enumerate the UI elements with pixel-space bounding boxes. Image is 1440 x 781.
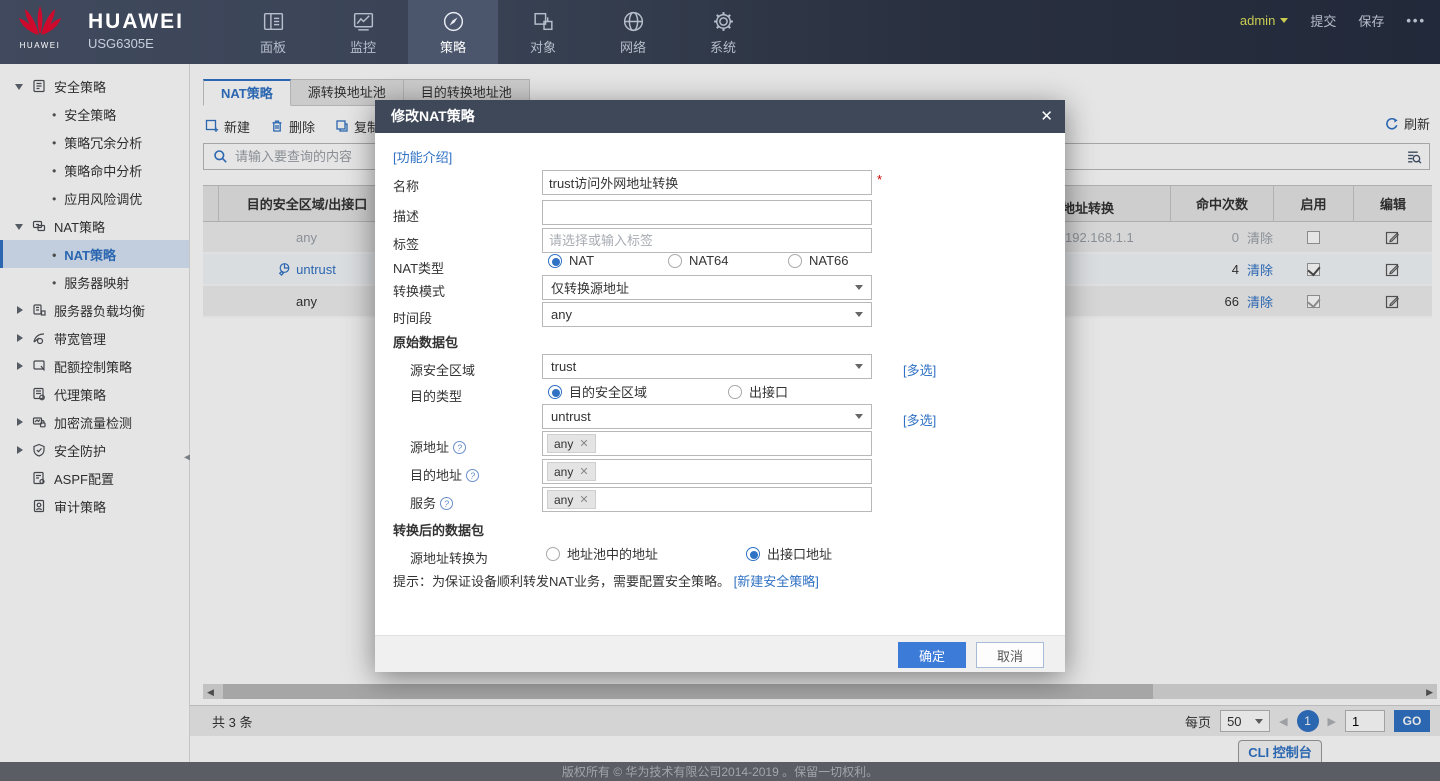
dst-address-input[interactable]: any: [542, 459, 872, 484]
brand-block: HUAWEI USG6305E: [88, 10, 184, 51]
name-label: 名称: [393, 176, 419, 195]
translate-mode-select[interactable]: 仅转换源地址: [542, 275, 872, 300]
remove-chip-icon[interactable]: [579, 493, 588, 506]
nat-type-label: NAT类型: [393, 258, 444, 277]
dest-type-radio-interface[interactable]: 出接口: [728, 382, 788, 401]
nav-item-dashboard[interactable]: 面板: [228, 0, 318, 64]
logo-wordmark: HUAWEI: [14, 41, 66, 50]
huawei-logo-icon: [18, 5, 62, 37]
tag-label: 标签: [393, 234, 419, 253]
src-translate-label: 源地址转换为: [410, 548, 488, 567]
translate-mode-label: 转换模式: [393, 281, 445, 300]
top-navigation: 面板 监控 策略 对象 网络 系统: [228, 0, 768, 64]
app-root: HUAWEI HUAWEI USG6305E 面板 监控 策略 对象: [0, 0, 1440, 781]
nav-item-monitor[interactable]: 监控: [318, 0, 408, 64]
help-icon[interactable]: [453, 441, 466, 454]
remove-chip-icon[interactable]: [579, 465, 588, 478]
header-actions: admin 提交 保存 •••: [1240, 0, 1426, 40]
top-header: HUAWEI HUAWEI USG6305E 面板 监控 策略 对象: [0, 0, 1440, 64]
dashboard-icon: [261, 9, 286, 34]
remove-chip-icon[interactable]: [579, 437, 588, 450]
username: admin: [1240, 13, 1275, 28]
service-input[interactable]: any: [542, 487, 872, 512]
src-zone-label: 源安全区域: [410, 360, 475, 379]
dest-zone-multi-link[interactable]: [多选]: [903, 410, 936, 429]
time-range-label: 时间段: [393, 308, 432, 327]
dest-type-radio-zone[interactable]: 目的安全区域: [548, 382, 647, 401]
src-translate-radio-pool[interactable]: 地址池中的地址: [546, 544, 658, 563]
nat-type-radio-nat64[interactable]: NAT64: [668, 253, 729, 268]
chevron-down-icon: [855, 285, 863, 290]
ok-button[interactable]: 确定: [898, 642, 966, 668]
src-translate-radio-interface[interactable]: 出接口地址: [746, 544, 832, 563]
radio-icon: [728, 385, 742, 399]
original-packet-section: 原始数据包: [393, 332, 458, 351]
address-chip: any: [547, 462, 596, 481]
radio-icon: [546, 547, 560, 561]
compass-icon: [441, 9, 466, 34]
chevron-down-icon: [1280, 18, 1288, 23]
brand-name: HUAWEI: [88, 10, 184, 34]
radio-icon: [746, 547, 760, 561]
user-menu[interactable]: admin: [1240, 13, 1288, 28]
radio-icon: [788, 254, 802, 268]
src-zone-select[interactable]: trust: [542, 354, 872, 379]
service-label: 服务: [410, 493, 453, 512]
new-security-policy-link[interactable]: [新建安全策略]: [734, 574, 819, 589]
dialog-footer: 确定 取消: [375, 635, 1065, 672]
nav-item-policy[interactable]: 策略: [408, 0, 498, 64]
address-chip: any: [547, 490, 596, 509]
tag-input[interactable]: [542, 228, 872, 253]
radio-icon: [548, 254, 562, 268]
dialog-title: 修改NAT策略: [375, 100, 1065, 133]
copyright-bar: 版权所有 © 华为技术有限公司2014-2019 。保留一切权利。: [0, 762, 1440, 781]
nat-type-radio-nat66[interactable]: NAT66: [788, 253, 849, 268]
nav-item-system[interactable]: 系统: [678, 0, 768, 64]
dest-type-label: 目的类型: [410, 386, 462, 405]
monitor-icon: [351, 9, 376, 34]
address-chip: any: [547, 434, 596, 453]
description-input[interactable]: [542, 200, 872, 225]
submit-button[interactable]: 提交: [1310, 11, 1336, 30]
chevron-down-icon: [855, 414, 863, 419]
nat-type-radio-nat[interactable]: NAT: [548, 253, 594, 268]
globe-icon: [621, 9, 646, 34]
object-icon: [531, 9, 556, 34]
cancel-button[interactable]: 取消: [976, 642, 1044, 668]
dst-address-label: 目的地址: [410, 465, 479, 484]
help-icon[interactable]: [440, 497, 453, 510]
help-icon[interactable]: [466, 469, 479, 482]
radio-icon: [668, 254, 682, 268]
gear-icon: [711, 9, 736, 34]
more-menu-icon[interactable]: •••: [1406, 13, 1426, 28]
nav-item-object[interactable]: 对象: [498, 0, 588, 64]
close-icon[interactable]: ✕: [1040, 100, 1053, 133]
description-label: 描述: [393, 206, 419, 225]
device-model: USG6305E: [88, 36, 184, 51]
src-address-label: 源地址: [410, 437, 466, 456]
radio-icon: [548, 385, 562, 399]
save-button[interactable]: 保存: [1358, 11, 1384, 30]
chevron-down-icon: [855, 364, 863, 369]
src-zone-multi-link[interactable]: [多选]: [903, 360, 936, 379]
required-mark: *: [877, 172, 882, 187]
src-address-input[interactable]: any: [542, 431, 872, 456]
nav-item-network[interactable]: 网络: [588, 0, 678, 64]
dest-zone-select[interactable]: untrust: [542, 404, 872, 429]
modify-nat-policy-dialog: 修改NAT策略 ✕ [功能介绍] 名称 * 描述 标签 NAT类型 NAT NA…: [375, 100, 1065, 672]
chevron-down-icon: [855, 312, 863, 317]
huawei-logo: HUAWEI: [14, 5, 66, 50]
time-range-select[interactable]: any: [542, 302, 872, 327]
tip-text: 提示：为保证设备顺利转发NAT业务，需要配置安全策略。 [新建安全策略]: [393, 571, 819, 590]
name-input[interactable]: [542, 170, 872, 195]
translated-packet-section: 转换后的数据包: [393, 520, 484, 539]
feature-intro-link[interactable]: [功能介绍]: [393, 147, 452, 166]
